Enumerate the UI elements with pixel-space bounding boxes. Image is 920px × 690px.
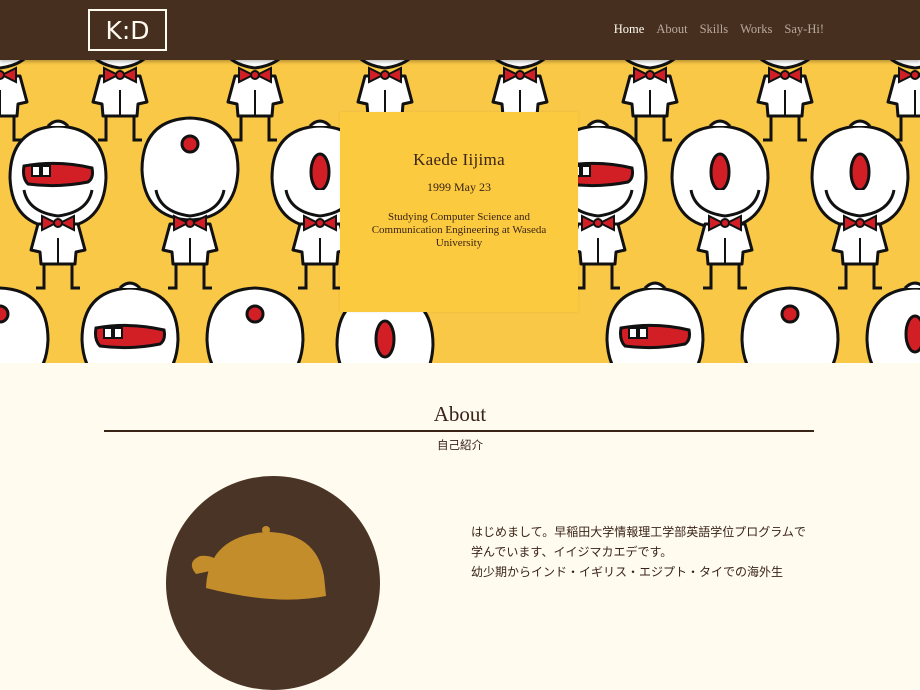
nav-home[interactable]: Home	[614, 22, 645, 37]
profile-avatar	[166, 476, 380, 690]
main-nav: Home About Skills Works Say-Hi!	[614, 22, 824, 37]
nav-about[interactable]: About	[656, 22, 687, 37]
about-paragraph: はじめまして。早稲田大学情報理工学部英語学位プログラムで学んでいます、イイジマカ…	[471, 525, 806, 559]
profile-description: Studying Computer Science and Communicat…	[371, 211, 547, 249]
profile-birthdate: 1999 May 23	[427, 180, 491, 194]
cap-icon	[191, 526, 326, 600]
nav-works[interactable]: Works	[740, 22, 772, 37]
section-title-about: About	[433, 402, 487, 426]
profile-name: Kaede Iijima	[413, 150, 505, 169]
hero-banner: Kaede Iijima 1999 May 23 Studying Comput…	[0, 60, 920, 363]
about-paragraph: 幼少期からインド・イギリス・エジプト・タイでの海外生	[471, 565, 784, 579]
section-divider	[104, 430, 814, 432]
header-bar: K:D Home About Skills Works Say-Hi!	[0, 0, 920, 60]
about-text: はじめまして。早稲田大学情報理工学部英語学位プログラムで学んでいます、イイジマカ…	[471, 522, 811, 582]
nav-skills[interactable]: Skills	[700, 22, 729, 37]
nav-say-hi[interactable]: Say-Hi!	[784, 22, 824, 37]
intro-card: Kaede Iijima 1999 May 23 Studying Comput…	[340, 112, 578, 312]
section-subtitle-about: 自己紹介	[437, 438, 483, 452]
site-logo[interactable]: K:D	[88, 9, 167, 51]
